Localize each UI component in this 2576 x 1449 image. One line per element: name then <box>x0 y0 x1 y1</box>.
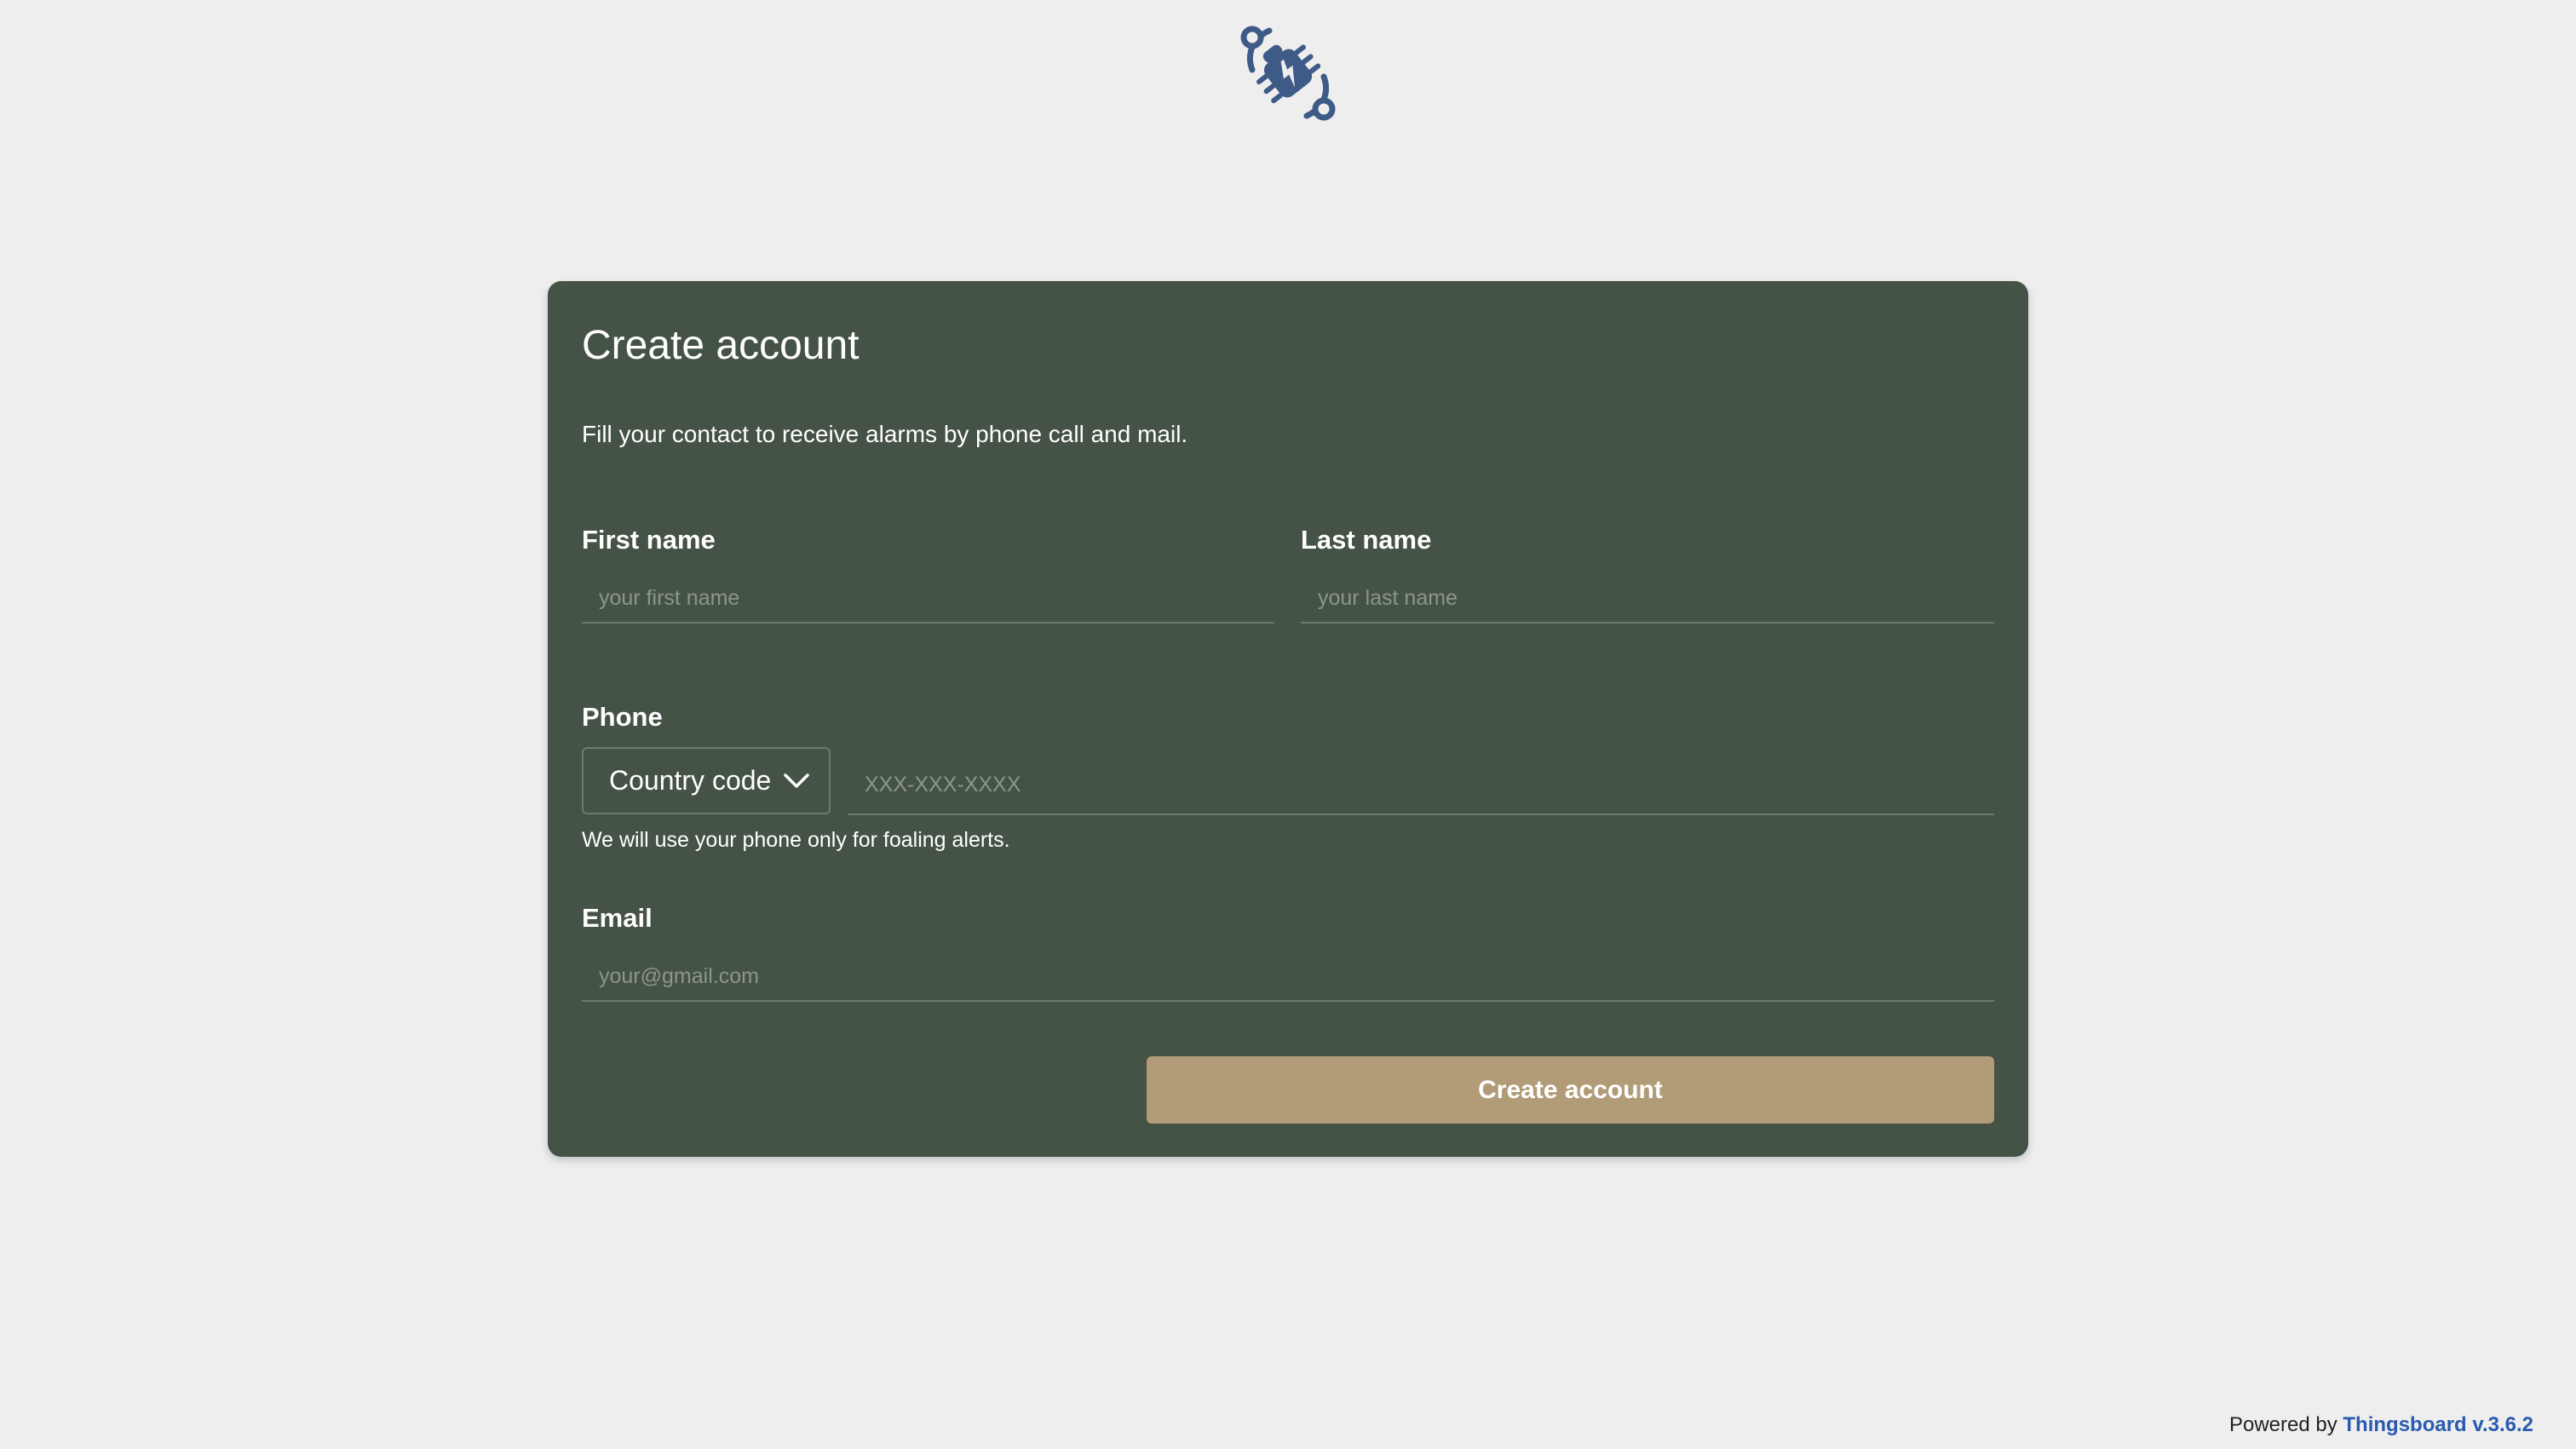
last-name-label: Last name <box>1301 525 1432 555</box>
footer-powered-by: Powered by <box>2228 1413 2337 1436</box>
chevron-down-icon <box>784 773 809 788</box>
email-label: Email <box>582 903 653 933</box>
country-code-value: Country code <box>609 765 772 796</box>
email-input[interactable] <box>582 952 1994 1002</box>
first-name-input[interactable] <box>582 574 1274 624</box>
phone-input[interactable] <box>848 756 1994 815</box>
first-name-label: First name <box>582 525 716 555</box>
phone-helper-text: We will use your phone only for foaling … <box>582 828 1010 852</box>
last-name-input[interactable] <box>1301 574 1994 624</box>
card-title: Create account <box>582 323 860 368</box>
create-account-button[interactable]: Create account <box>1147 1056 1994 1124</box>
thingsboard-link[interactable]: Thingsboard v.3.6.2 <box>2343 1413 2533 1436</box>
create-account-card: Create account Fill your contact to rece… <box>548 281 2028 1157</box>
page: Create account Fill your contact to rece… <box>0 0 2576 1449</box>
bug-sync-icon <box>1240 26 1336 121</box>
card-subtitle: Fill your contact to receive alarms by p… <box>582 421 1188 447</box>
country-code-select[interactable]: Country code <box>582 747 831 814</box>
footer: Powered by Thingsboard v.3.6.2 <box>2229 1413 2533 1437</box>
phone-label: Phone <box>582 702 663 732</box>
